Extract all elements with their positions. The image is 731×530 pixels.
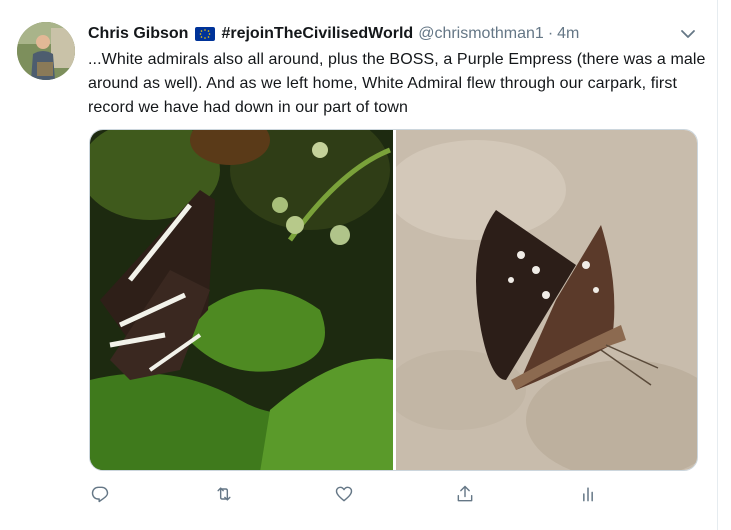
timeline-divider [717, 0, 718, 530]
more-options-button[interactable] [678, 24, 698, 44]
photo-purple-emperor[interactable] [386, 130, 697, 470]
share-icon [455, 484, 475, 509]
avatar[interactable] [17, 22, 75, 80]
analytics-icon [578, 484, 598, 509]
media-grid [89, 129, 698, 471]
tweet[interactable]: Chris Gibson #rejoinTheCivilisedWorld @c… [0, 0, 717, 530]
retweet-icon [214, 484, 234, 509]
eu-flag-icon [195, 27, 216, 41]
analytics-button[interactable] [576, 484, 600, 508]
tweet-text: ...White admirals also all around, plus … [88, 51, 706, 116]
tweet-actions [88, 484, 608, 508]
retweet-button[interactable] [212, 484, 236, 508]
like-button[interactable] [332, 484, 356, 508]
reply-button[interactable] [88, 484, 112, 508]
photo-white-admiral[interactable] [90, 130, 393, 470]
heart-icon [334, 484, 354, 509]
author-handle[interactable]: @chrismothman1 [418, 25, 544, 43]
share-button[interactable] [453, 484, 477, 508]
display-hashtag[interactable]: #rejoinTheCivilisedWorld [221, 25, 413, 43]
tweet-header: Chris Gibson #rejoinTheCivilisedWorld @c… [88, 22, 579, 46]
author-name[interactable]: Chris Gibson [88, 25, 188, 43]
reply-icon [90, 484, 110, 509]
chevron-down-icon [678, 30, 698, 48]
separator-dot: · [547, 25, 554, 42]
tweet-timestamp[interactable]: 4m [557, 25, 579, 43]
